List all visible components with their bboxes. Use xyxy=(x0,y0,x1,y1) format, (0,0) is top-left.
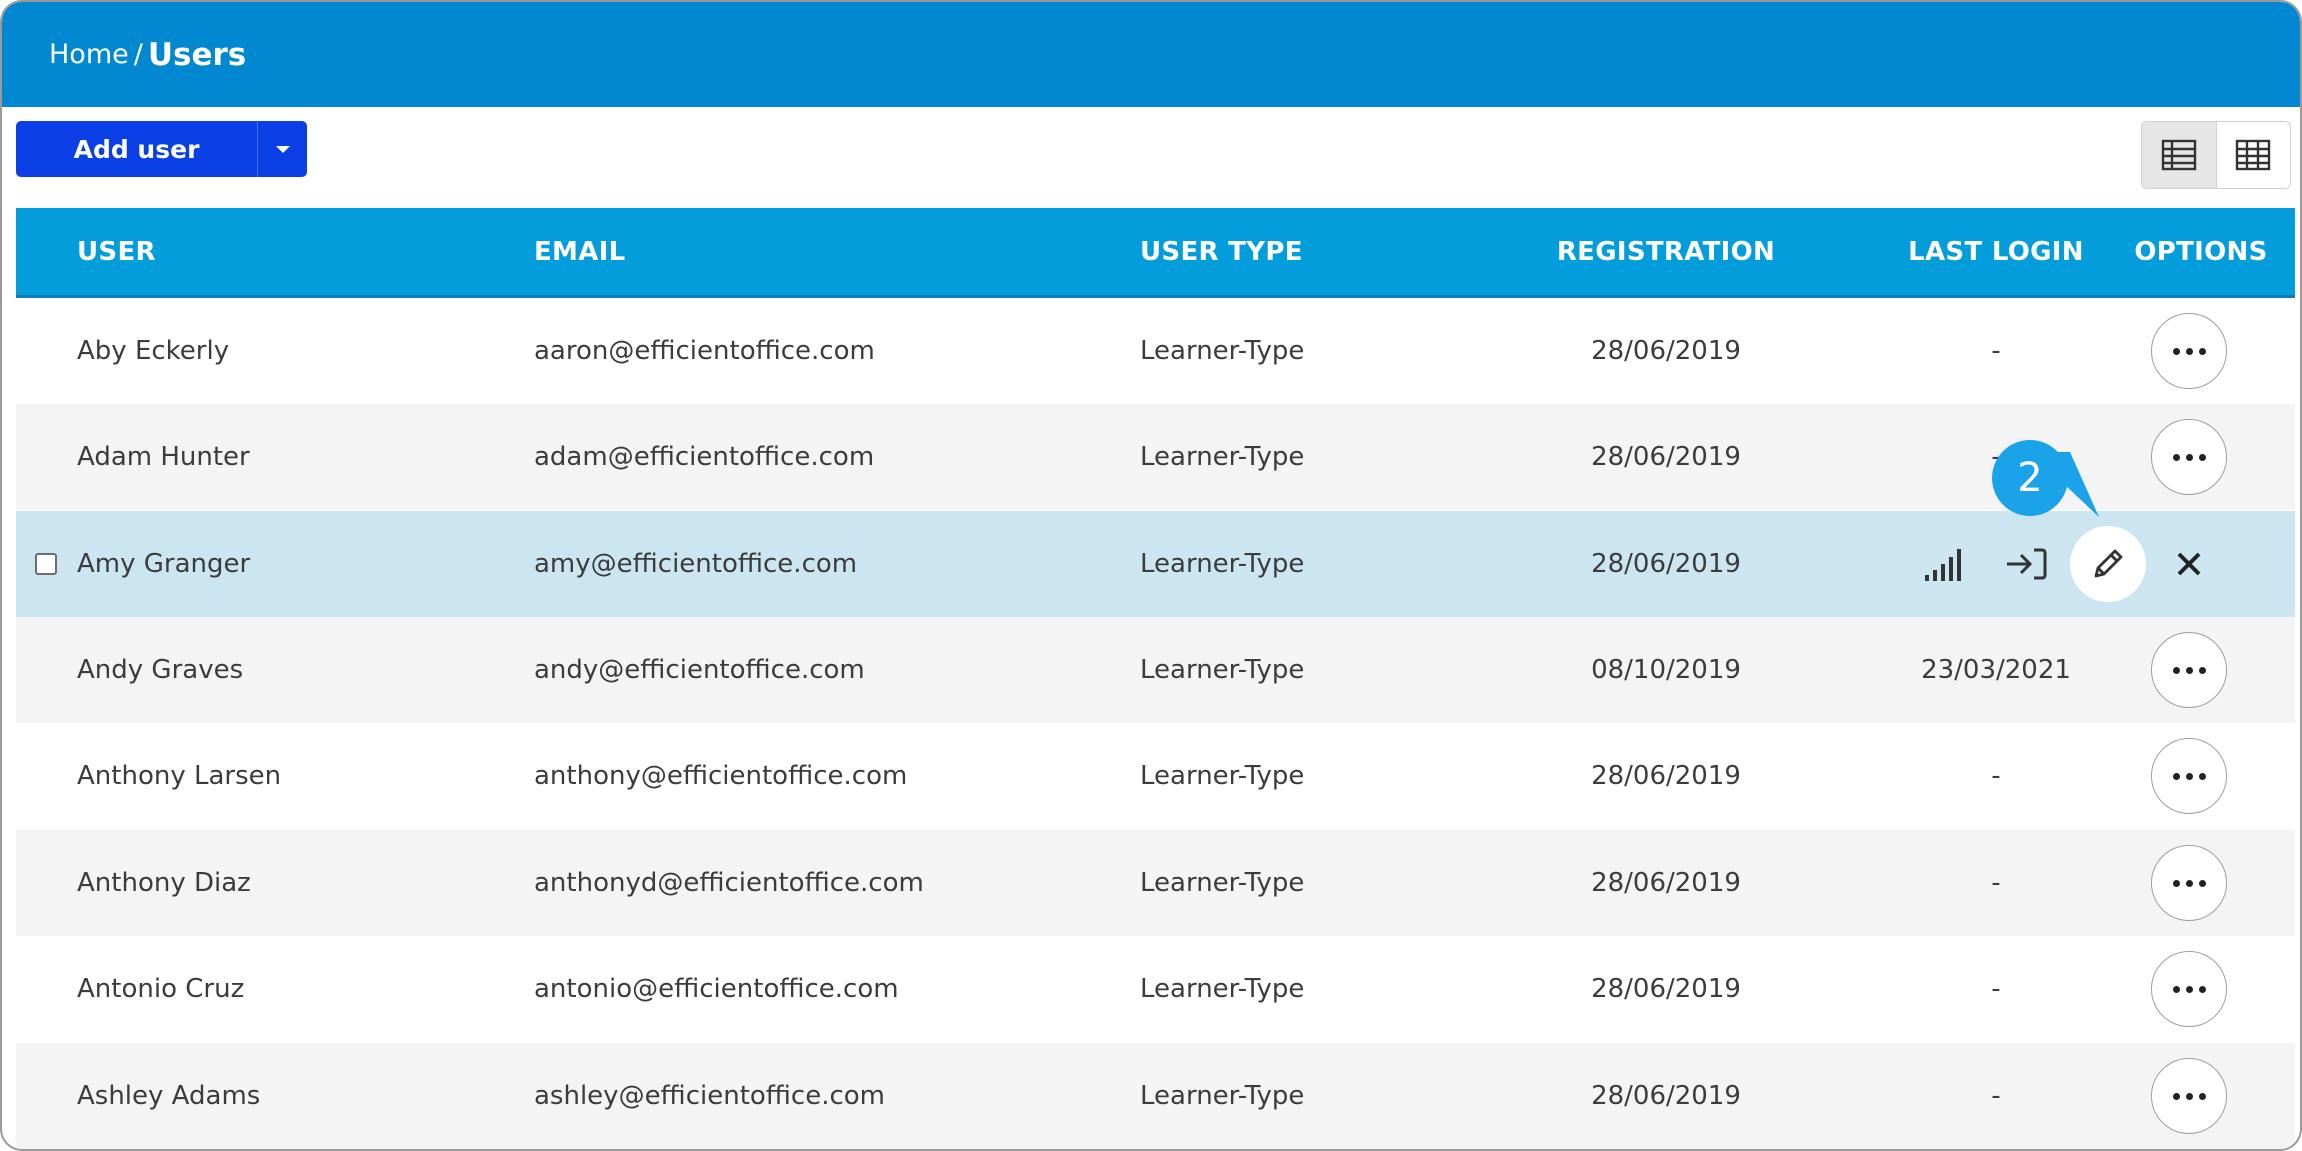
grid-view-icon xyxy=(2236,139,2271,171)
row-options-button[interactable] xyxy=(2151,951,2227,1027)
registration-date: 28/06/2019 xyxy=(1591,868,1741,898)
user-progress-button[interactable] xyxy=(1907,526,1983,602)
last-login: 23/03/2021 xyxy=(1921,655,2071,685)
login-arrow-icon xyxy=(2007,548,2047,580)
user-name: Amy Granger xyxy=(77,549,251,579)
last-login: - xyxy=(1991,974,2001,1004)
table-row[interactable]: Adam Hunter adam@efficientoffice.com Lea… xyxy=(16,404,2295,510)
row-options-button[interactable] xyxy=(2151,313,2227,389)
user-name: Antonio Cruz xyxy=(77,974,245,1004)
column-header-options: OPTIONS xyxy=(2134,236,2268,267)
table-row[interactable]: Aby Eckerly aaron@efficientoffice.com Le… xyxy=(16,298,2295,404)
list-view-icon xyxy=(2161,139,2196,171)
step-callout-badge: 2 xyxy=(1992,440,2068,516)
row-select-checkbox[interactable] xyxy=(35,553,57,575)
user-email: antonio@efficientoffice.com xyxy=(534,974,899,1004)
user-name: Adam Hunter xyxy=(77,442,250,472)
user-name: Aby Eckerly xyxy=(77,336,230,366)
column-header-user-type[interactable]: USER TYPE xyxy=(1140,208,1303,295)
list-view-button[interactable] xyxy=(2142,122,2216,188)
user-type: Learner-Type xyxy=(1140,549,1305,579)
column-header-user[interactable]: USER xyxy=(77,208,156,295)
breadcrumb-home-link[interactable]: Home xyxy=(49,39,129,70)
user-email: adam@efficientoffice.com xyxy=(534,442,875,472)
caret-down-icon xyxy=(275,145,290,153)
breadcrumb-separator: / xyxy=(133,39,143,70)
user-type: Learner-Type xyxy=(1140,761,1305,791)
user-email: anthonyd@efficientoffice.com xyxy=(534,868,924,898)
more-horizontal-icon xyxy=(2172,985,2206,993)
column-header-last-login[interactable]: LAST LOGIN xyxy=(1826,208,2166,295)
registration-date: 08/10/2019 xyxy=(1591,655,1741,685)
last-login: - xyxy=(1991,336,2001,366)
column-header-email[interactable]: EMAIL xyxy=(534,208,626,295)
registration-date: 28/06/2019 xyxy=(1591,761,1741,791)
user-email: andy@efficientoffice.com xyxy=(534,655,865,685)
table-row[interactable]: Antonio Cruz antonio@efficientoffice.com… xyxy=(16,936,2295,1042)
user-email: ashley@efficientoffice.com xyxy=(534,1081,886,1111)
user-name: Ashley Adams xyxy=(77,1081,261,1111)
user-type: Learner-Type xyxy=(1140,655,1305,685)
more-horizontal-icon xyxy=(2172,453,2206,461)
table-row[interactable]: Anthony Larsen anthony@efficientoffice.c… xyxy=(16,723,2295,829)
column-header-registration[interactable]: REGISTRATION xyxy=(1496,208,1836,295)
top-header-bar: Home / Users xyxy=(2,2,2300,107)
user-type: Learner-Type xyxy=(1140,1081,1305,1111)
add-user-button[interactable]: Add user xyxy=(16,121,257,177)
breadcrumb-current-page: Users xyxy=(147,36,247,73)
user-type: Learner-Type xyxy=(1140,868,1305,898)
registration-date: 28/06/2019 xyxy=(1591,442,1741,472)
more-horizontal-icon xyxy=(2172,347,2206,355)
user-name: Andy Graves xyxy=(77,655,244,685)
user-email: anthony@efficientoffice.com xyxy=(534,761,908,791)
row-options-button[interactable] xyxy=(2151,845,2227,921)
more-horizontal-icon xyxy=(2172,666,2206,674)
more-horizontal-icon xyxy=(2172,879,2206,887)
close-icon xyxy=(2177,552,2201,576)
more-horizontal-icon xyxy=(2172,1092,2206,1100)
row-options-button[interactable] xyxy=(2151,738,2227,814)
registration-date: 28/06/2019 xyxy=(1591,336,1741,366)
more-horizontal-icon xyxy=(2172,772,2206,780)
add-user-dropdown-toggle[interactable] xyxy=(258,121,307,177)
user-name: Anthony Diaz xyxy=(77,868,251,898)
table-row[interactable]: Ashley Adams ashley@efficientoffice.com … xyxy=(16,1043,2295,1149)
user-type: Learner-Type xyxy=(1140,336,1305,366)
row-options-button[interactable] xyxy=(2151,419,2227,495)
user-type: Learner-Type xyxy=(1140,442,1305,472)
pencil-icon xyxy=(2094,549,2123,578)
row-options-button[interactable] xyxy=(2151,1058,2227,1134)
last-login: - xyxy=(1991,761,2001,791)
registration-date: 28/06/2019 xyxy=(1591,549,1741,579)
registration-date: 28/06/2019 xyxy=(1591,974,1741,1004)
table-row[interactable]: Anthony Diaz anthonyd@efficientoffice.co… xyxy=(16,830,2295,936)
user-type: Learner-Type xyxy=(1140,974,1305,1004)
edit-user-button[interactable] xyxy=(2070,526,2146,602)
last-login: - xyxy=(1991,1081,2001,1111)
user-name: Anthony Larsen xyxy=(77,761,282,791)
login-as-user-button[interactable] xyxy=(1988,526,2064,602)
add-user-split-button: Add user xyxy=(16,121,307,177)
table-row-highlighted[interactable]: Amy Granger amy@efficientoffice.com Lear… xyxy=(16,511,2295,617)
view-toggle xyxy=(2141,121,2291,189)
last-login: - xyxy=(1991,868,2001,898)
user-email: amy@efficientoffice.com xyxy=(534,549,858,579)
app-window: Home / Users Add user USER EMAIL USER TY… xyxy=(0,0,2302,1151)
remove-user-button[interactable] xyxy=(2151,526,2227,602)
row-options-button[interactable] xyxy=(2151,632,2227,708)
user-email: aaron@efficientoffice.com xyxy=(534,336,875,366)
signal-bars-icon xyxy=(1925,549,1961,581)
grid-view-button[interactable] xyxy=(2217,122,2291,188)
breadcrumb: Home / Users xyxy=(49,2,246,107)
registration-date: 28/06/2019 xyxy=(1591,1081,1741,1111)
table-header: USER EMAIL USER TYPE REGISTRATION LAST L… xyxy=(16,208,2295,298)
table-row[interactable]: Andy Graves andy@efficientoffice.com Lea… xyxy=(16,617,2295,723)
